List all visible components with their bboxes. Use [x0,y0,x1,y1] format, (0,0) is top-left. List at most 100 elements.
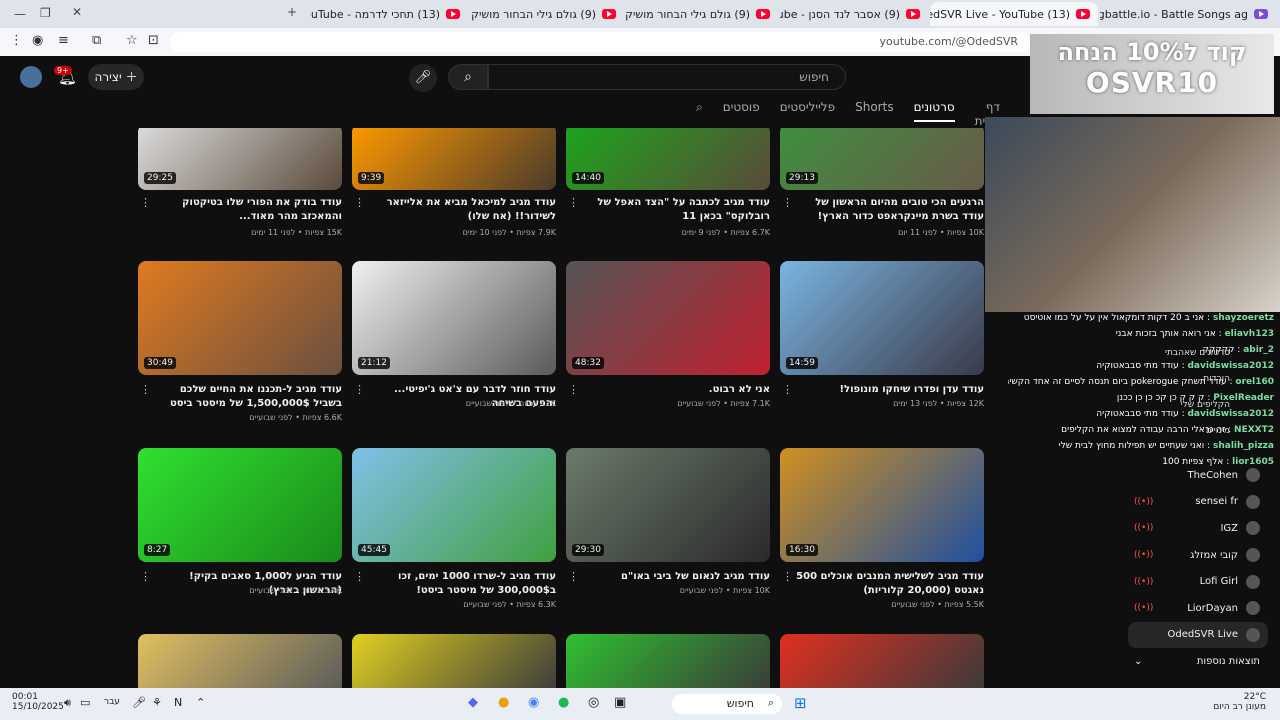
video-title[interactable]: עודד מגיב לנאום של ביבי באו"ם [582,570,770,584]
subscription-item[interactable]: sensei fr ((•)) [1128,489,1268,516]
side-menu-subscriptions[interactable]: מינויים [1150,418,1230,444]
video-card[interactable]: 8:27 עודד הגיע ל1,000 סאבים בקיק! (הראשו… [130,448,342,628]
weather-widget[interactable]: 22°C מעונן רב היום [1213,692,1266,712]
search-button[interactable]: ⌕ [448,64,488,90]
url-field[interactable]: youtube.com/@OdedSVR [170,32,1030,52]
subscription-item[interactable]: IGZ ((•)) [1128,515,1268,542]
video-title[interactable]: עודד מגיב למיכאל מביא את אלייזאר לשידור!… [368,196,556,224]
video-title[interactable]: עודד מגיב לכתבה על "הצד האפל של רובלוקס"… [582,196,770,224]
video-title[interactable]: הרגעים הכי טובים מהיום הראשון של עודד בש… [796,196,984,224]
video-thumbnail[interactable]: 21:12 [352,261,556,375]
mic-tray-icon[interactable]: 🎤︎ [132,696,146,709]
tab-odedsvr-live[interactable]: (13) OdedSVR Live - YouTube [930,2,1098,26]
taskbar-search-input[interactable]: חיפוש ⌕ [672,694,782,714]
show-more-button[interactable]: תוצאות נוספות ⌄ [1128,648,1268,675]
window-close-icon[interactable]: ✕ [72,5,82,19]
video-thumbnail[interactable]: 29:25 [138,128,342,190]
video-thumbnail[interactable]: 16:30 [780,448,984,562]
video-card[interactable]: 48:32 אני לא רבוט. 7.1K צפיות • לפני שבו… [558,261,770,441]
video-title[interactable]: עודד בודק את הפורי שלו בטיקטוק והמאכזב מ… [154,196,342,224]
create-button[interactable]: יצירה ＋ [88,64,144,90]
more-options-icon[interactable]: ⋮ [782,196,793,209]
spotify-icon[interactable]: ● [558,695,569,710]
clock[interactable]: 00:01 15/10/2025 [12,692,64,712]
window-restore-icon[interactable]: ❐ [40,6,51,20]
video-thumbnail[interactable]: 29:13 [780,128,984,190]
task-view-icon[interactable]: ▣ [614,695,626,710]
tab-youtube-6[interactable]: (13) תחכי לדרמה - YouTube [310,2,468,26]
video-title[interactable]: עודד מגיב ל-שרדו 1000 ימים, זכו ב300,000… [368,570,556,598]
voice-search-mic-icon[interactable]: 🎤︎ [409,64,437,92]
video-thumbnail[interactable]: 14:40 [566,128,770,190]
bookmark-star-icon[interactable]: ☆ [126,33,138,48]
new-tab-icon[interactable]: + [287,5,297,19]
side-menu-clips[interactable]: הקליפים שלי [1150,392,1230,418]
subscription-item[interactable]: קובי אמזלג ((•)) [1128,542,1268,569]
video-title[interactable]: עודד עדן ופדרו שיחקו מונופול! [796,383,984,397]
window-minimize-icon[interactable]: — [14,7,26,21]
start-windows-icon[interactable]: ⊞ [794,694,807,712]
tab-posts[interactable]: פוסטים [723,100,760,122]
onenote-icon[interactable]: N [174,696,182,709]
profile-icon[interactable]: ◉ [32,33,43,48]
more-options-icon[interactable]: ⋮ [568,383,579,396]
search-input[interactable]: חיפוש [488,64,846,90]
side-menu-downloads[interactable]: הורדות [1150,366,1230,392]
display-icon[interactable]: ▭ [80,696,90,709]
more-options-icon[interactable]: ⋮ [782,570,793,583]
video-thumbnail[interactable] [352,634,556,688]
tab-playlists[interactable]: פלייליסטים [780,100,835,122]
video-title[interactable]: עודד מגיב ל-תכננו את החיים שלכם בשביל 1,… [154,383,342,411]
tab-youtube-5[interactable]: (9) גולם גילי הבחור מושיק עפיה [470,2,624,26]
tab-songbattle[interactable]: songbattle.io - Battle Songs ag [1100,2,1276,26]
reading-list-icon[interactable]: ≡ [58,33,69,48]
network-icon[interactable]: ⚘ [152,696,162,709]
video-card[interactable]: 30:49 עודד מגיב ל-תכננו את החיים שלכם בש… [130,261,342,441]
video-thumbnail[interactable]: 8:27 [138,448,342,562]
steam-icon[interactable]: ◎ [588,695,599,710]
language-indicator[interactable]: עבר [104,697,120,707]
video-card[interactable]: 45:45 עודד מגיב ל-שרדו 1000 ימים, זכו ב3… [344,448,556,628]
avatar[interactable] [20,66,42,88]
video-thumbnail[interactable]: 48:32 [566,261,770,375]
more-options-icon[interactable]: ⋮ [140,570,151,583]
subscription-item[interactable]: Lofi Girl ((•)) [1128,568,1268,595]
tab-youtube-3[interactable]: (9) אסבר לנד הסנן - YouTube [780,2,928,26]
more-options-icon[interactable]: ⋮ [354,196,365,209]
more-options-icon[interactable]: ⋮ [568,570,579,583]
video-card[interactable]: 21:12 עודד חוזר לדבר עם צ'אט ג'יפיטי... … [344,261,556,441]
video-thumbnail[interactable] [566,634,770,688]
channel-search-icon[interactable]: ⌕ [696,100,703,122]
more-options-icon[interactable]: ⋮ [140,383,151,396]
volume-icon[interactable]: 🔊︎ [64,696,71,710]
video-thumbnail[interactable]: 30:49 [138,261,342,375]
subscription-item[interactable]: LiorDayan ((•)) [1128,595,1268,622]
app-icon[interactable]: ● [498,695,509,710]
tab-videos[interactable]: סרטונים [913,100,955,122]
subscription-item-current[interactable]: OdedSVR Live [1128,621,1268,649]
install-app-icon[interactable]: ⊡ [148,33,159,48]
video-card[interactable]: 29:30 עודד מגיב לנאום של ביבי באו"ם 10K … [558,448,770,628]
video-card[interactable]: 16:30 עודד מגיב לשלישית המנבים אוכלים 50… [772,448,984,628]
chevron-up-icon[interactable]: ⌃ [196,696,205,709]
tab-shorts[interactable]: Shorts [855,100,893,122]
video-thumbnail[interactable] [138,634,342,688]
video-thumbnail[interactable]: 9:39 [352,128,556,190]
more-options-icon[interactable]: ⋮ [782,383,793,396]
video-thumbnail[interactable]: 14:59 [780,261,984,375]
video-card[interactable]: 14:59 עודד עדן ופדרו שיחקו מונופול! 12K … [772,261,984,441]
more-options-icon[interactable]: ⋮ [354,570,365,583]
subscription-item[interactable]: TheCohen [1128,462,1268,489]
side-menu-liked[interactable]: סרטונים שאהבתי [1150,340,1230,366]
video-thumbnail[interactable] [780,634,984,688]
tab-youtube-4[interactable]: (9) גולם גילי הבחור מושיק עפיה פ [626,2,778,26]
discord-icon[interactable]: ◆ [468,695,478,710]
video-thumbnail[interactable]: 29:30 [566,448,770,562]
menu-dots-icon[interactable]: ⋮ [10,33,23,48]
chrome-icon[interactable]: ◉ [528,695,539,710]
more-options-icon[interactable]: ⋮ [354,383,365,396]
video-title[interactable]: עודד מגיב לשלישית המנבים אוכלים 500 נאגט… [796,570,984,598]
more-options-icon[interactable]: ⋮ [568,196,579,209]
more-options-icon[interactable]: ⋮ [140,196,151,209]
extensions-icon[interactable]: ⧉ [92,33,101,48]
